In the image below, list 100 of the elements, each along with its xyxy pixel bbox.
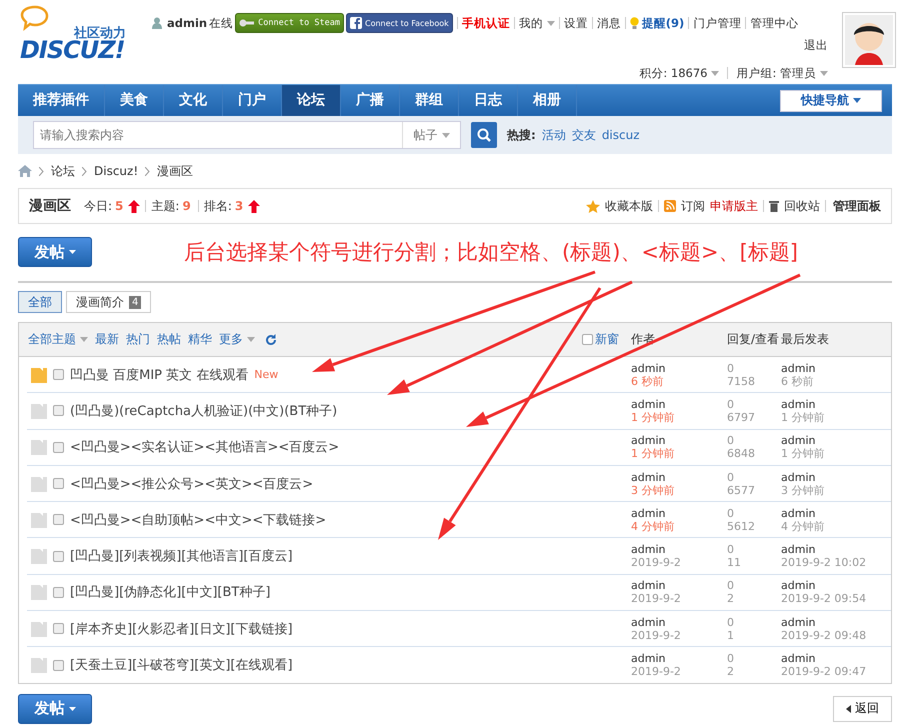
author-link[interactable]: admin	[631, 543, 727, 556]
author-link[interactable]: admin	[631, 470, 727, 484]
online-status: 在线	[209, 16, 234, 30]
home-link[interactable]	[18, 165, 32, 177]
reply-count: 0	[727, 579, 735, 592]
credits-link[interactable]: 积分: 18676	[639, 66, 720, 80]
stat-label: 主题:	[151, 198, 180, 214]
thread-title-link[interactable]: (凹凸曼)(reCaptcha人机验证)(中文)(BT种子)	[70, 402, 338, 420]
search-icon	[477, 128, 491, 142]
usergroup-link[interactable]: 用户组: 管理员	[736, 66, 828, 80]
checkbox[interactable]	[53, 623, 64, 634]
author-link[interactable]: admin	[631, 579, 727, 592]
checkbox[interactable]	[53, 550, 64, 562]
bulb-icon	[630, 16, 639, 30]
stat-label: 今日:	[84, 198, 112, 214]
reply-count: 0	[727, 434, 735, 448]
thread-title-link[interactable]: <凹凸曼><推公众号><英文><百度云>	[70, 474, 314, 493]
last-poster-link[interactable]: admin	[781, 652, 891, 666]
checkbox[interactable]	[53, 586, 64, 598]
notification-link[interactable]: 提醒(9)	[630, 16, 684, 30]
author-link[interactable]: admin	[631, 652, 727, 666]
steam-connect-button[interactable]: Connect to Steam	[235, 13, 344, 33]
back-button[interactable]: 返回	[833, 696, 892, 722]
author-link[interactable]: admin	[631, 616, 727, 629]
checkbox[interactable]	[53, 478, 64, 490]
view-count: 6848	[727, 447, 756, 460]
last-poster-link[interactable]: admin	[781, 616, 891, 629]
thread-title-link[interactable]: [岸本齐史][火影忍者][日文][下载链接]	[70, 620, 293, 638]
checkbox[interactable]	[53, 660, 64, 671]
annotation-text: 后台选择某个符号进行分割；比如空格、(标题)、<标题>、[标题]	[184, 239, 798, 266]
header-link[interactable]: 手机认证	[462, 16, 510, 30]
breadcrumb-link[interactable]: 漫画区	[157, 162, 194, 180]
stat-value: 5	[115, 199, 124, 213]
thread-title-link[interactable]: [天蚕土豆][斗破苍穹][英文][在线观看]	[70, 656, 293, 674]
reply-count: 0	[727, 362, 735, 375]
f-logo-icon	[350, 17, 362, 29]
author-link[interactable]: admin	[631, 362, 727, 375]
forum-action-link[interactable]: 申请版主	[710, 198, 758, 214]
thread-title-link[interactable]: [凹凸曼][列表视频][其他语言][百度云]	[70, 547, 293, 566]
checkbox[interactable]	[53, 514, 64, 526]
filter-tab[interactable]: 漫画简介 4	[66, 291, 152, 313]
filter-link[interactable]: 精华	[188, 331, 212, 348]
last-poster-link[interactable]: admin	[781, 506, 891, 520]
nav-item[interactable]: 论坛	[282, 85, 341, 116]
new-post-button[interactable]: 发帖	[18, 694, 92, 724]
quick-nav-button[interactable]: 快捷导航	[780, 90, 882, 112]
author-link[interactable]: admin	[631, 434, 727, 448]
search-field[interactable]: 请输入搜索内容 帖子	[33, 121, 461, 149]
checkbox[interactable]	[53, 369, 64, 380]
filter-link[interactable]: 热帖	[157, 331, 181, 348]
forum-action-link[interactable]: 收藏本版	[605, 198, 653, 214]
new-post-button[interactable]: 发帖	[18, 237, 92, 267]
header-link[interactable]: 门户管理	[693, 16, 742, 30]
filter-link[interactable]: 热门	[126, 331, 150, 348]
last-poster-link[interactable]: admin	[781, 362, 891, 375]
chevron-icon	[39, 166, 44, 176]
checkbox[interactable]	[53, 442, 64, 453]
logout-link[interactable]: 退出	[804, 38, 828, 52]
filter-tab[interactable]: 全部	[18, 291, 62, 313]
filter-link[interactable]: 最新	[95, 331, 119, 348]
caret-icon	[68, 707, 76, 712]
last-poster-link[interactable]: admin	[781, 470, 891, 484]
header-link[interactable]: 设置	[564, 16, 588, 30]
star-icon	[586, 200, 600, 212]
forum-action-link[interactable]: 回收站	[784, 198, 820, 214]
post-date: 2019-9-2	[631, 628, 682, 642]
hot-search-link[interactable]: 活动	[542, 126, 566, 144]
hot-search-link[interactable]: 交友	[572, 126, 596, 144]
checkbox[interactable]	[53, 405, 64, 416]
username-link[interactable]: admin	[167, 16, 208, 30]
last-poster-link[interactable]: admin	[781, 398, 891, 411]
header-link[interactable]: 管理中心	[750, 16, 798, 30]
breadcrumb-link[interactable]: 论坛	[51, 162, 75, 180]
filter-link[interactable]: 全部主题	[28, 331, 88, 348]
last-poster-link[interactable]: admin	[781, 434, 891, 448]
wrench-icon	[239, 17, 256, 29]
forum-action-link[interactable]: 订阅	[681, 198, 705, 214]
last-poster-link[interactable]: admin	[781, 579, 891, 592]
breadcrumb-link[interactable]: Discuz!	[94, 164, 138, 178]
avatar[interactable]	[842, 12, 896, 68]
filter-link[interactable]: 更多	[219, 331, 255, 348]
forum-action-link[interactable]: 管理面板	[833, 198, 881, 214]
search-button[interactable]	[471, 122, 497, 148]
author-link[interactable]: admin	[631, 398, 727, 411]
thread-title-link[interactable]: <凹凸曼><自助顶帖><中文><下载链接>	[70, 510, 326, 529]
thread-title-link[interactable]: [凹凸曼][伪静态化][中文][BT种子]	[70, 583, 270, 602]
header-link[interactable]: 我的	[518, 16, 555, 30]
author-link[interactable]: admin	[631, 506, 727, 520]
thread-title-link[interactable]: 凹凸曼 百度MIP 英文 在线观看	[70, 366, 248, 384]
stat-value: 9	[182, 199, 191, 213]
reply-count: 0	[727, 506, 735, 520]
facebook-connect-button[interactable]: Connect to Facebook	[346, 13, 453, 33]
checkbox[interactable]	[582, 334, 593, 345]
thread-title-link[interactable]: <凹凸曼><实名认证><其他语言><百度云>	[70, 438, 340, 456]
last-poster-link[interactable]: admin	[781, 543, 891, 556]
chevron-icon	[145, 166, 150, 176]
new-window-label[interactable]: 新窗	[595, 331, 619, 348]
hot-search-link[interactable]: discuz	[602, 128, 640, 142]
header-link[interactable]: 消息	[596, 16, 621, 30]
last-post-date: 3 分钟前	[781, 484, 826, 497]
